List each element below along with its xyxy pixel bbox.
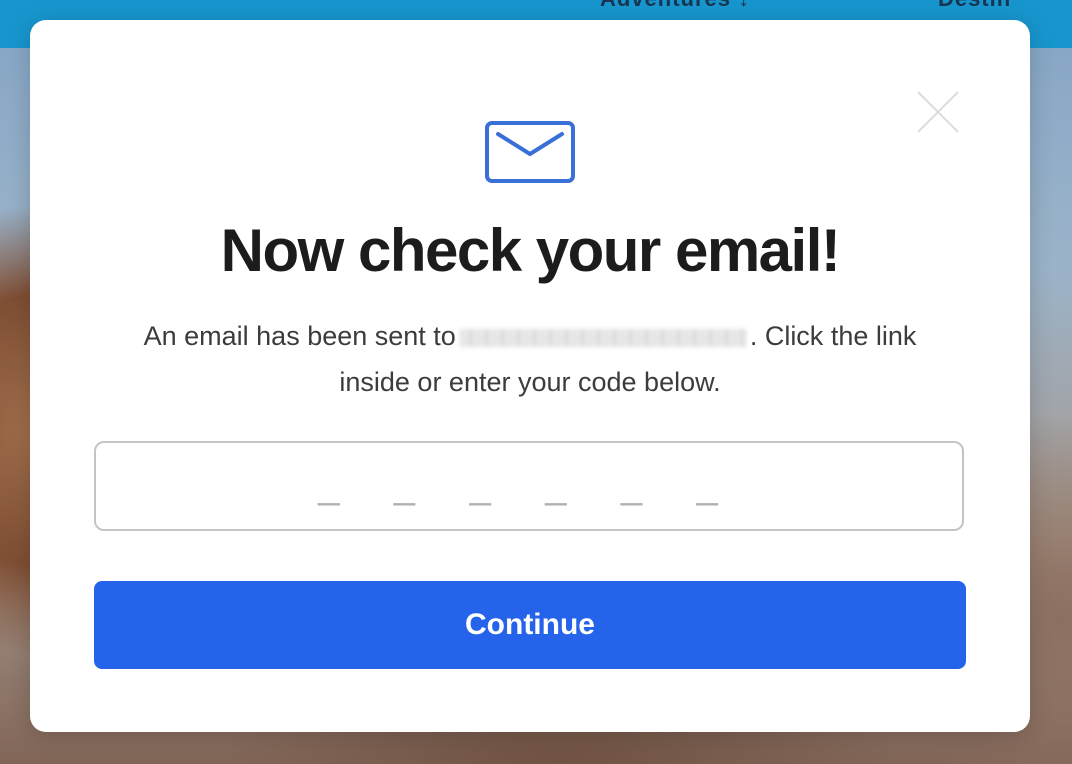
close-button[interactable]: [916, 90, 960, 134]
redacted-email-address: [459, 328, 746, 347]
dialog-title: Now check your email!: [220, 217, 841, 284]
description-text-start: An email has been sent to: [143, 321, 456, 351]
verification-code-input[interactable]: [94, 441, 964, 531]
dialog-description: An email has been sent to. Click the lin…: [110, 313, 950, 405]
close-icon: [917, 91, 959, 133]
continue-button[interactable]: Continue: [94, 581, 966, 669]
email-verification-dialog: Now check your email! An email has been …: [30, 20, 1030, 732]
envelope-icon: [485, 121, 575, 183]
